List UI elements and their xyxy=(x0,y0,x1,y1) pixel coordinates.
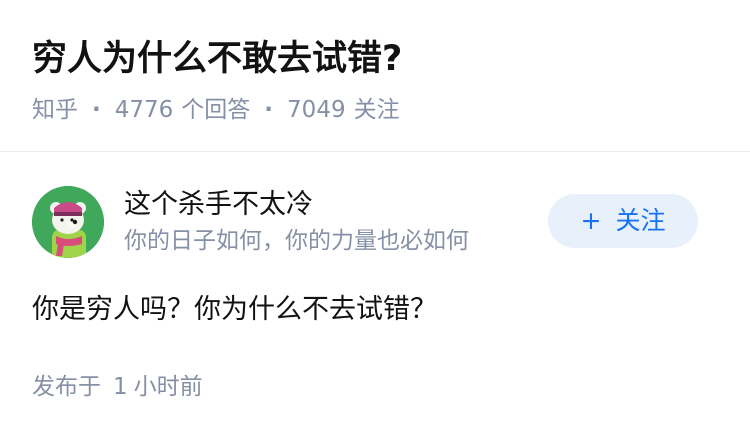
bear-avatar-icon[interactable] xyxy=(32,186,104,258)
answer-content[interactable]: 你是穷人吗？你为什么不去试错？ xyxy=(32,288,437,332)
question-meta: 知乎 · 4776 个回答 · 7049 关注 xyxy=(32,94,400,126)
source-label[interactable]: 知乎 xyxy=(32,94,78,126)
follow-button-label: 关注 xyxy=(615,206,666,235)
follow-button[interactable]: + 关注 xyxy=(548,194,698,248)
author-row: 这个杀手不太冷 你的日子如何，你的力量也必如何 + 关注 xyxy=(32,186,718,260)
divider xyxy=(0,151,750,152)
answer-count-label[interactable]: 个回答 xyxy=(181,94,250,126)
published-number: 1 xyxy=(113,374,128,400)
meta-separator: · xyxy=(92,97,101,123)
question-header: 穷人为什么不敢去试错? 知乎 · 4776 个回答 · 7049 关注 xyxy=(32,0,722,150)
published-prefix: 发布于 xyxy=(32,374,101,400)
question-title[interactable]: 穷人为什么不敢去试错? xyxy=(32,34,402,84)
answer-count: 4776 xyxy=(114,97,174,123)
follower-count-label[interactable]: 关注 xyxy=(354,94,400,126)
published-unit: 小时前 xyxy=(133,374,203,400)
avatar-illustration xyxy=(32,186,104,258)
author-name[interactable]: 这个杀手不太冷 xyxy=(124,186,313,224)
author-headline: 你的日子如何，你的力量也必如何 xyxy=(124,228,469,254)
meta-separator: · xyxy=(264,97,274,123)
answer-time: 发布于 1 小时前 xyxy=(32,370,203,404)
plus-icon: + xyxy=(580,206,602,235)
follower-count: 7049 xyxy=(287,97,346,123)
